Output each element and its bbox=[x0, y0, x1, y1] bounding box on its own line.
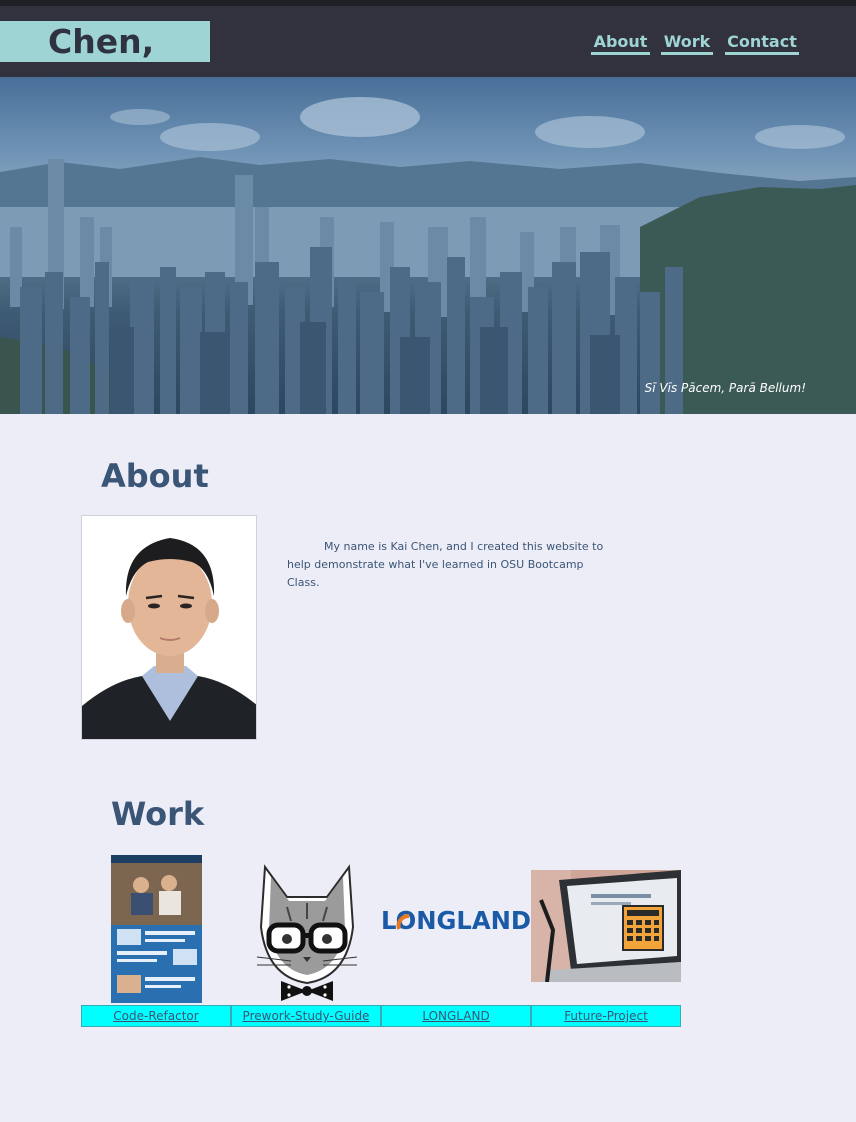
code-refactor-link[interactable]: Code-Refactor bbox=[81, 1005, 231, 1027]
about-heading: About bbox=[101, 457, 209, 495]
nerd-cat-icon[interactable] bbox=[247, 857, 367, 1003]
about-description: My name is Kai Chen, and I created this … bbox=[287, 540, 604, 589]
longland-logo[interactable]: LONGLAND bbox=[381, 902, 531, 936]
nav-contact-link[interactable]: Contact bbox=[725, 32, 799, 55]
city-skyline-image bbox=[0, 97, 856, 414]
site-brand: Chen, Kai bbox=[0, 21, 210, 102]
nav-about-link[interactable]: About bbox=[591, 32, 650, 55]
longland-logo-text: LONGLAND bbox=[381, 906, 531, 935]
profile-photo bbox=[81, 515, 257, 740]
work-item-future-project: Future-Project bbox=[531, 852, 681, 1028]
work-item-prework-study-guide: Prework-Study-Guide bbox=[231, 852, 381, 1028]
prework-study-guide-link[interactable]: Prework-Study-Guide bbox=[231, 1005, 381, 1027]
work-item-longland: LONGLAND LONGLAND bbox=[381, 852, 531, 1028]
site-header: Chen, Kai About Work Contact bbox=[0, 6, 856, 102]
hero-banner: Sī Vīs Pācem, Parā Bellum! bbox=[0, 77, 856, 414]
work-gallery: Code-Refactor Prework-Study-Guide LONGLA… bbox=[81, 852, 682, 1028]
future-project-link[interactable]: Future-Project bbox=[531, 1005, 681, 1027]
hero-motto: Sī Vīs Pācem, Parā Bellum! bbox=[644, 381, 806, 395]
future-project-thumbnail[interactable] bbox=[531, 870, 681, 982]
work-item-code-refactor: Code-Refactor bbox=[81, 852, 231, 1028]
work-heading: Work bbox=[111, 795, 205, 833]
longland-link[interactable]: LONGLAND bbox=[381, 1005, 531, 1027]
nav-work-link[interactable]: Work bbox=[661, 32, 713, 55]
code-refactor-thumbnail[interactable] bbox=[111, 855, 202, 1003]
